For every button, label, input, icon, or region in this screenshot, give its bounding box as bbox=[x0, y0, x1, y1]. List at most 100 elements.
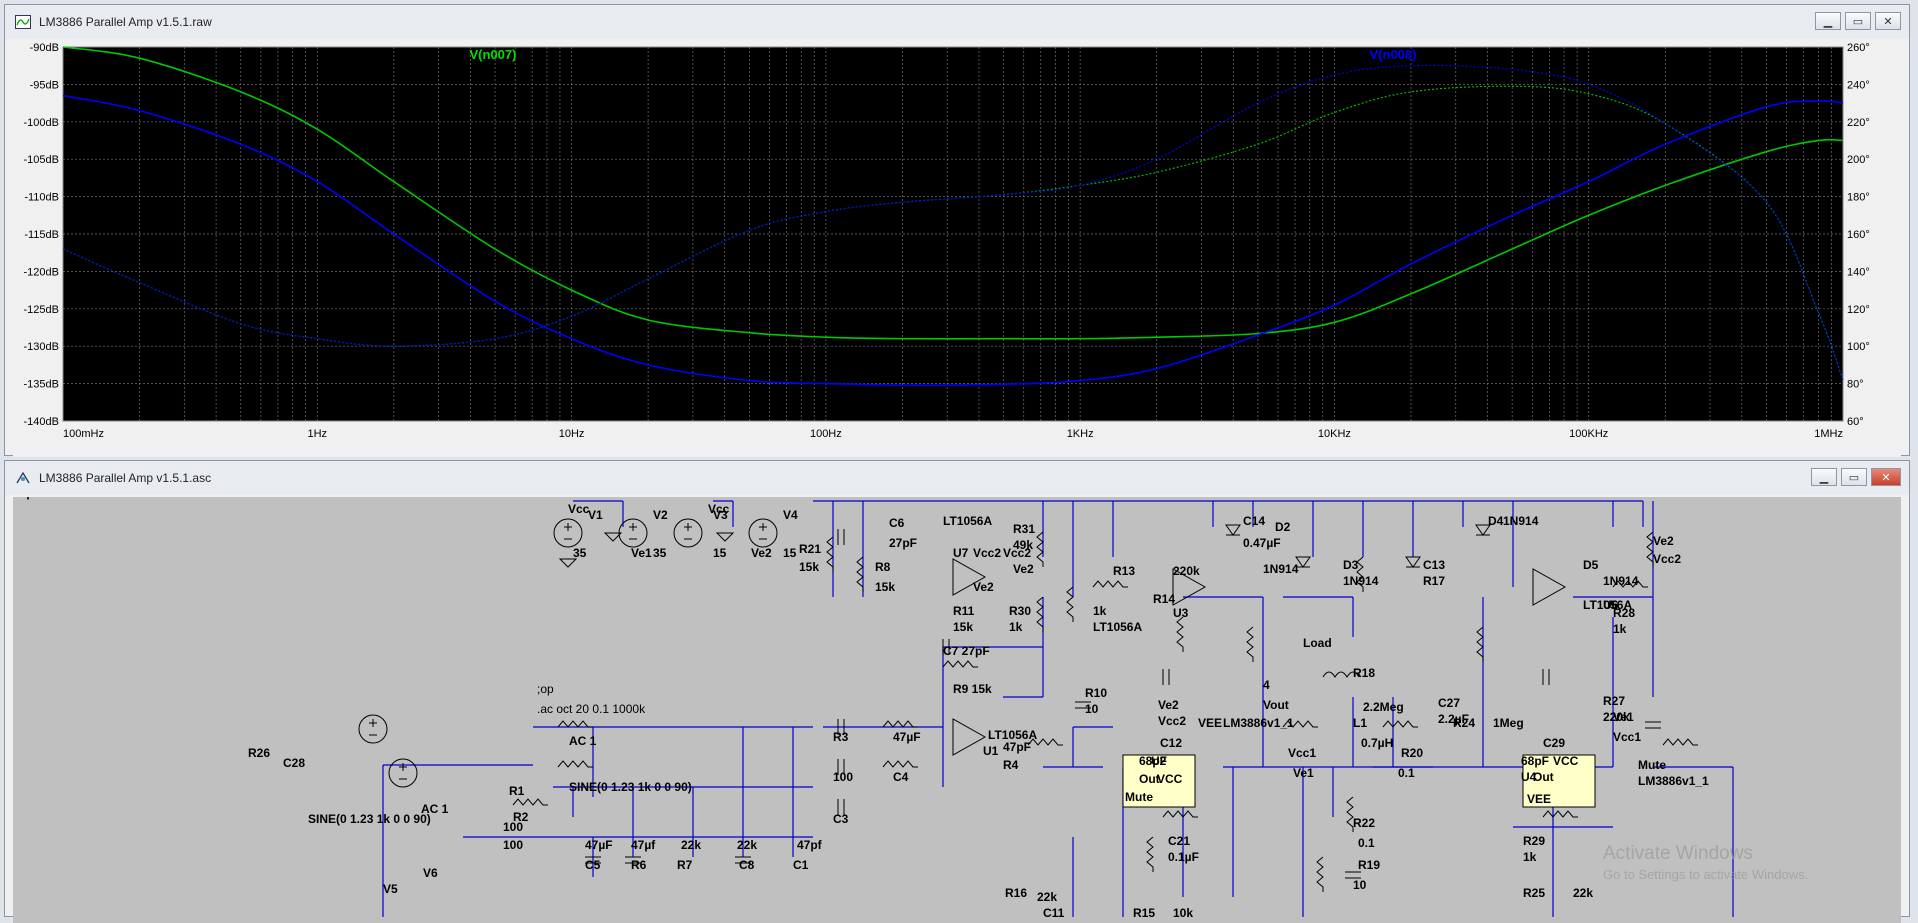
schematic-label[interactable]: 0.1µF bbox=[1168, 850, 1199, 864]
maximize-button[interactable]: ▭ bbox=[1845, 12, 1871, 30]
close-button[interactable]: ✕ bbox=[1875, 12, 1901, 30]
schematic-label[interactable]: U3 bbox=[1173, 606, 1189, 620]
schematic-label[interactable]: 35 bbox=[653, 546, 667, 560]
schematic-label[interactable]: LT1056A bbox=[1093, 620, 1142, 634]
schematic-label[interactable]: R25 bbox=[1523, 886, 1545, 900]
schematic-label[interactable]: U7 bbox=[953, 546, 969, 560]
schematic-label[interactable]: R3 bbox=[833, 730, 849, 744]
schematic-label[interactable]: VEE bbox=[1198, 716, 1222, 730]
schematic-label[interactable]: C3 bbox=[833, 812, 849, 826]
schematic-label[interactable]: 22k bbox=[1037, 890, 1057, 904]
capacitor-symbol[interactable] bbox=[1162, 669, 1170, 685]
schematic-label[interactable]: V2 bbox=[653, 508, 668, 522]
schematic-label[interactable]: R14 bbox=[1153, 592, 1175, 606]
schematic-label[interactable]: 27pF bbox=[889, 536, 917, 550]
schematic-label[interactable]: R19 bbox=[1358, 858, 1380, 872]
schematic-label[interactable]: 0.1 bbox=[1358, 836, 1375, 850]
schematic-label[interactable]: D4 bbox=[1488, 514, 1504, 528]
schematic-label[interactable]: Vcc2 bbox=[1003, 546, 1031, 560]
spice-directive-ac[interactable]: .ac oct 20 0.1 1000k bbox=[537, 702, 646, 716]
resistor-symbol[interactable] bbox=[942, 660, 978, 668]
minimize-button[interactable]: ▁ bbox=[1811, 468, 1837, 486]
schematic-drawing[interactable]: VccV135 Ve1V235VccV315 Ve2V415 R2115k R815kC… bbox=[13, 497, 1901, 923]
schematic-label[interactable]: 35 bbox=[573, 546, 587, 560]
resistor-symbol[interactable] bbox=[1162, 810, 1198, 818]
schematic-label[interactable]: R18 bbox=[1353, 666, 1375, 680]
bode-plot[interactable]: V(n007) V(n008) -90dB -95dB -100dB -105dB -1… bbox=[13, 41, 1901, 457]
plot-pane[interactable]: V(n007) V(n008) -90dB -95dB -100dB -105dB -1… bbox=[13, 41, 1901, 457]
schematic-label[interactable]: 0.47µF bbox=[1243, 536, 1281, 550]
schematic-label[interactable]: LM3886v1_1 bbox=[1223, 716, 1294, 730]
resistor-symbol[interactable] bbox=[1036, 531, 1044, 567]
ground-symbol[interactable] bbox=[715, 532, 735, 542]
schematic-label[interactable]: 47µF bbox=[585, 838, 613, 852]
schematic-label[interactable]: V5 bbox=[383, 882, 398, 896]
resistor-symbol[interactable] bbox=[1316, 856, 1324, 892]
schematic-label[interactable]: R9 15k bbox=[953, 682, 992, 696]
schematic-label[interactable]: R29 bbox=[1523, 834, 1545, 848]
schematic-label[interactable]: SINE(0 1.23 1k 0 0 90) bbox=[308, 812, 431, 826]
schematic-label[interactable]: R6 bbox=[631, 858, 647, 872]
schematic-label[interactable]: Ve1 bbox=[1293, 766, 1314, 780]
schematic-label[interactable]: 47pf bbox=[797, 838, 823, 852]
schematic-label[interactable]: L1 bbox=[1353, 716, 1367, 730]
resistor-symbol[interactable] bbox=[1542, 810, 1578, 818]
schematic-label[interactable]: R20 bbox=[1401, 746, 1423, 760]
trace-label-v-n008[interactable]: V(n008) bbox=[1370, 47, 1417, 62]
schematic-label[interactable]: Vcc1 bbox=[1288, 746, 1316, 760]
schematic-label[interactable]: 68pF bbox=[1521, 754, 1549, 768]
schematic-label[interactable]: 1Meg bbox=[1493, 716, 1524, 730]
resistor-symbol[interactable] bbox=[1092, 580, 1128, 588]
resistor-symbol[interactable] bbox=[1066, 586, 1074, 622]
resistor-symbol[interactable] bbox=[557, 760, 593, 768]
schematic-label[interactable]: 0.1 bbox=[1398, 766, 1415, 780]
schematic-label[interactable]: 2.2Meg bbox=[1363, 700, 1404, 714]
schematic-label[interactable]: D2 bbox=[1275, 520, 1291, 534]
schematic-label[interactable]: Ve2 bbox=[1653, 534, 1674, 548]
schematic-label[interactable]: R30 bbox=[1009, 604, 1031, 618]
schematic-label[interactable]: C4 bbox=[893, 770, 909, 784]
schematic-label[interactable]: Vcc1 bbox=[1613, 730, 1641, 744]
schematic-label[interactable]: 1N914 bbox=[1603, 574, 1639, 588]
schematic-label[interactable]: C21 bbox=[1168, 834, 1190, 848]
resistor-symbol[interactable] bbox=[557, 720, 593, 728]
schematic-label[interactable]: D5 bbox=[1583, 558, 1599, 572]
schematic-label[interactable]: R24 bbox=[1453, 716, 1475, 730]
schematic-label[interactable]: R26 bbox=[248, 746, 270, 760]
schematic-label[interactable]: AC 1 bbox=[421, 802, 449, 816]
schematic-label[interactable]: 1k bbox=[1613, 622, 1627, 636]
schematic-label[interactable]: 1k bbox=[1009, 620, 1023, 634]
resistor-symbol[interactable] bbox=[1382, 720, 1418, 728]
schematic-label[interactable]: 15 bbox=[713, 546, 727, 560]
resistor-symbol[interactable] bbox=[882, 720, 918, 728]
schematic-label[interactable]: R2 bbox=[513, 810, 529, 824]
schematic-label[interactable]: AC 1 bbox=[569, 734, 597, 748]
schematic-label[interactable]: C13 bbox=[1423, 558, 1445, 572]
resistor-symbol[interactable] bbox=[856, 556, 864, 592]
close-button[interactable]: ✕ bbox=[1871, 468, 1901, 486]
schematic-label[interactable]: 1N914 bbox=[1263, 562, 1299, 576]
opamp-symbol[interactable] bbox=[952, 718, 987, 756]
schematic-label[interactable]: Load bbox=[1303, 636, 1332, 650]
schematic-label[interactable]: Vcc bbox=[568, 502, 590, 516]
schematic-label[interactable]: 100 bbox=[503, 838, 523, 852]
schematic-label[interactable]: C11 bbox=[1043, 906, 1065, 920]
schematic-label[interactable]: 1N914 bbox=[1343, 574, 1379, 588]
diode-symbol[interactable] bbox=[1405, 556, 1421, 568]
schematic-label[interactable]: Ve2 bbox=[1158, 698, 1179, 712]
schematic-label[interactable]: 10k bbox=[1173, 906, 1193, 920]
schematic-label[interactable]: Vcc2 bbox=[1158, 714, 1186, 728]
schematic-label[interactable]: R13 bbox=[1113, 564, 1135, 578]
schematic-label[interactable]: 1k bbox=[1523, 850, 1537, 864]
resistor-symbol[interactable] bbox=[882, 760, 918, 768]
schematic-label[interactable]: R28 bbox=[1613, 606, 1635, 620]
schematic-label[interactable]: C27 bbox=[1438, 696, 1460, 710]
resistor-symbol[interactable] bbox=[1246, 626, 1254, 662]
schematic-label[interactable]: R21 bbox=[799, 542, 821, 556]
schematic-label[interactable]: 47µf bbox=[631, 838, 656, 852]
schematic-label[interactable]: C1 bbox=[793, 858, 809, 872]
schematic-label[interactable]: 47pF bbox=[1003, 740, 1031, 754]
schematic-label[interactable]: 15 bbox=[783, 546, 797, 560]
schematic-label[interactable]: 47µF bbox=[893, 730, 921, 744]
schematic-label[interactable]: C28 bbox=[283, 756, 305, 770]
